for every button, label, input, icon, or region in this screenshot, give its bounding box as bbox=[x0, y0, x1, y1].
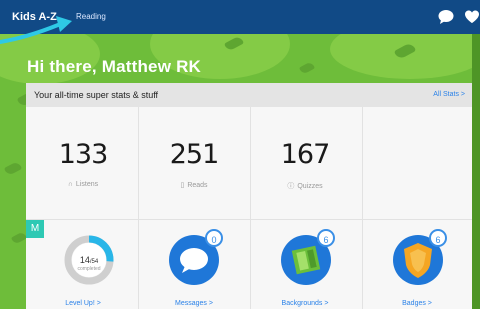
badges-count-badge: 6 bbox=[429, 229, 447, 247]
progress-current: 14 bbox=[79, 255, 90, 265]
level-up-link[interactable]: Level Up! > bbox=[28, 300, 138, 307]
stats-card: Your all-time super stats & stuff All St… bbox=[26, 83, 472, 309]
nav-reading-link[interactable]: Reading bbox=[76, 12, 106, 21]
book-icon: ▯ bbox=[180, 182, 185, 189]
backgrounds-link[interactable]: Backgrounds > bbox=[250, 300, 360, 307]
column-divider bbox=[362, 107, 363, 309]
question-icon: ⓘ bbox=[287, 183, 295, 190]
progress-sub: completed bbox=[77, 266, 101, 272]
right-edge-shadow bbox=[472, 34, 480, 309]
m-badge: M bbox=[26, 220, 44, 238]
column-divider bbox=[250, 107, 251, 309]
stats-card-header: Your all-time super stats & stuff All St… bbox=[26, 83, 472, 107]
column-divider bbox=[138, 107, 139, 309]
quizzes-label: ⓘ Quizzes bbox=[250, 181, 360, 191]
headphones-icon: ∩ bbox=[67, 181, 73, 188]
listens-label: ∩ Listens bbox=[28, 181, 138, 188]
row-divider bbox=[26, 219, 472, 220]
progress-total: 54 bbox=[91, 259, 99, 265]
backgrounds-count-badge: 6 bbox=[317, 229, 335, 247]
quizzes-count: 167 bbox=[280, 139, 331, 170]
chat-icon[interactable] bbox=[438, 10, 454, 24]
stats-card-title: Your all-time super stats & stuff bbox=[34, 90, 159, 100]
dashboard-background: Hi there, Matthew RK Your all-time super… bbox=[0, 34, 480, 309]
progress-value: 14/54 bbox=[79, 255, 99, 265]
greeting-heading: Hi there, Matthew RK bbox=[27, 57, 202, 76]
reads-label-text: Reads bbox=[187, 182, 208, 189]
background-leaf bbox=[298, 61, 316, 75]
quizzes-label-text: Quizzes bbox=[297, 183, 323, 190]
messages-link[interactable]: Messages > bbox=[139, 300, 249, 307]
listens-count: 133 bbox=[58, 139, 109, 170]
reads-label: ▯ Reads bbox=[139, 181, 249, 189]
reads-count: 251 bbox=[169, 139, 220, 170]
background-leaf bbox=[3, 160, 23, 177]
background-leaf bbox=[10, 231, 28, 245]
badges-link[interactable]: Badges > bbox=[362, 300, 472, 307]
heart-icon[interactable] bbox=[464, 10, 480, 24]
pointer-arrow-icon bbox=[0, 16, 72, 44]
messages-count-badge: 0 bbox=[205, 229, 223, 247]
all-stats-link[interactable]: All Stats > bbox=[433, 91, 465, 98]
listens-label-text: Listens bbox=[75, 181, 99, 188]
